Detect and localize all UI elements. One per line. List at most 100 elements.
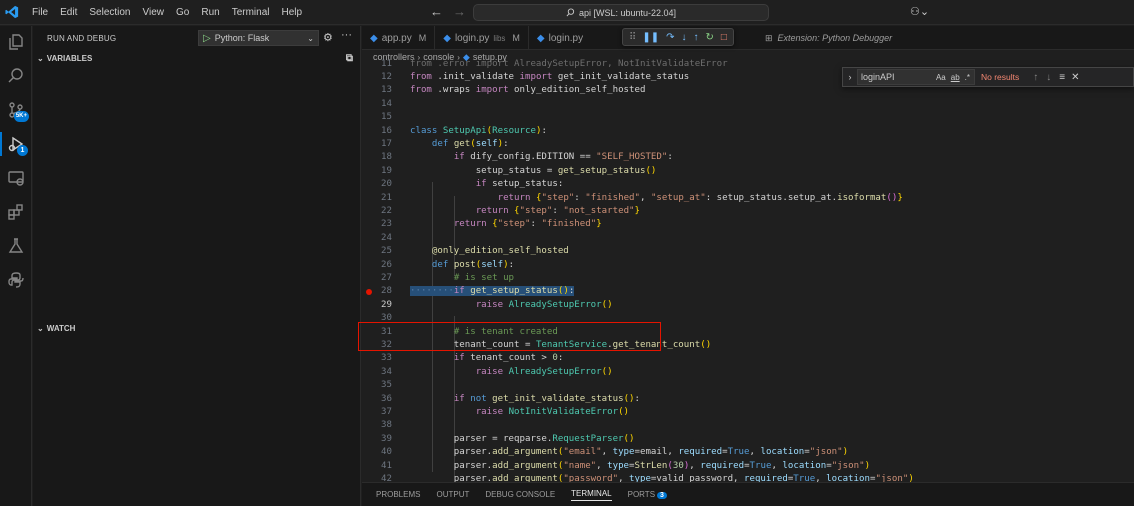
code-editor[interactable]: 11 from .error import AlreadySetupError, … [358, 59, 1134, 484]
python-icon[interactable] [0, 264, 32, 296]
step-out-icon[interactable]: ↑ [693, 32, 698, 43]
testing-flask-icon[interactable] [0, 230, 32, 262]
debug-config-label: Python: Flask [214, 33, 270, 43]
previous-match-icon[interactable]: ↑ [1033, 72, 1038, 83]
step-into-icon[interactable]: ↓ [681, 32, 686, 43]
code-line: 39 parser = reqparse.RequestParser() [362, 433, 1134, 446]
tab-ports[interactable]: PORTS 3 [628, 490, 667, 499]
tab-ports-label: PORTS [627, 490, 656, 499]
debug-config-select[interactable]: ▷ Python: Flask ⌄ [198, 30, 319, 46]
drag-handle-icon[interactable]: ⠿ [629, 32, 636, 43]
line-number: 28 [381, 286, 392, 297]
code-line: 19 setup_status = get_setup_status() [362, 165, 1134, 178]
tab-output[interactable]: OUTPUT [436, 490, 469, 499]
run-debug-sidebar: RUN AND DEBUG ▷ Python: Flask ⌄ ⚙ ··· ⌄ … [33, 26, 361, 506]
menu-run[interactable]: Run [195, 0, 225, 25]
source-control-icon[interactable]: 5K+ [0, 94, 32, 126]
menu-go[interactable]: Go [170, 0, 195, 25]
code-line: 26 def post(self): [362, 259, 1134, 272]
tab-problems[interactable]: PROBLEMS [376, 490, 420, 499]
match-case-icon[interactable]: Aa [936, 73, 946, 82]
menu-selection[interactable]: Selection [83, 0, 136, 25]
menu-help[interactable]: Help [276, 0, 309, 25]
menu-view[interactable]: View [137, 0, 171, 25]
find-query-text: loginAPI [861, 72, 895, 82]
line-number: 18 [381, 152, 392, 163]
command-center[interactable]: api [WSL: ubuntu-22.04] [473, 4, 769, 21]
find-input[interactable]: loginAPI Aa ab .* [857, 69, 975, 85]
restart-icon[interactable]: ↻ [705, 32, 713, 43]
run-debug-icon[interactable]: 1 [0, 128, 32, 160]
panel-tabs: PROBLEMS OUTPUT DEBUG CONSOLE TERMINAL P… [362, 482, 1134, 506]
tab-terminal[interactable]: TERMINAL [571, 489, 612, 501]
use-regex-icon[interactable]: .* [965, 73, 970, 82]
line-number: 39 [381, 433, 392, 444]
ports-count-badge: 3 [657, 492, 667, 499]
tab-app-py[interactable]: ◆ app.py M [362, 26, 436, 50]
line-number: 19 [381, 165, 392, 176]
stop-icon[interactable]: □ [721, 32, 727, 43]
more-actions-icon[interactable]: ··· [341, 29, 352, 41]
code-line: 20 if setup_status: [362, 178, 1134, 191]
line-number: 21 [381, 192, 392, 203]
next-match-icon[interactable]: ↓ [1046, 72, 1051, 83]
copilot-icon[interactable]: ⚇⌄ [910, 5, 929, 18]
pause-icon[interactable]: ❚❚ [642, 32, 659, 43]
forward-arrow-icon[interactable]: → [453, 4, 466, 19]
debug-badge: 1 [17, 145, 28, 156]
variables-section-header[interactable]: ⌄ VARIABLES ⧉ [33, 48, 361, 68]
back-arrow-icon[interactable]: ← [430, 4, 443, 19]
code-line: 15 [362, 111, 1134, 124]
code-line: 22 return {"step": "not_started"} [362, 205, 1134, 218]
chevron-down-icon: ⌄ [37, 53, 44, 63]
highlight-box [358, 322, 661, 351]
code-line: 23 return {"step": "finished"} [362, 218, 1134, 231]
line-number: 15 [381, 112, 392, 123]
collapse-all-icon[interactable]: ⧉ [346, 53, 353, 64]
match-whole-word-icon[interactable]: ab [951, 73, 960, 82]
editor-area: ◆ app.py M ◆ login.py libs M ◆ login.py … [358, 26, 1134, 484]
line-number: 36 [381, 393, 392, 404]
menu-terminal[interactable]: Terminal [226, 0, 276, 25]
line-number: 40 [381, 447, 392, 458]
navigation-arrows: ← → [430, 4, 466, 19]
line-number: 27 [381, 273, 392, 283]
source-control-badge: 5K+ [13, 111, 29, 122]
tab-login-py[interactable]: ◆ login.py [529, 26, 591, 50]
python-file-icon: ◆ [443, 32, 451, 44]
line-number: 17 [381, 139, 392, 149]
menu-edit[interactable]: Edit [54, 0, 83, 25]
find-in-selection-icon[interactable]: ≡ [1059, 72, 1065, 83]
line-number: 37 [381, 407, 392, 417]
close-icon[interactable]: ✕ [1071, 72, 1079, 83]
menu-bar: File Edit Selection View Go Run Terminal… [26, 0, 308, 25]
extensions-icon[interactable] [0, 196, 32, 228]
extension-tab-icon: ⊞ [765, 32, 773, 43]
tab-login-py-libs[interactable]: ◆ login.py libs M [435, 26, 529, 50]
vscode-logo-icon [0, 0, 24, 25]
remote-explorer-icon[interactable] [0, 162, 32, 194]
step-over-icon[interactable]: ↷ [666, 32, 674, 43]
code-line: 21 return {"step": "finished", "setup_at… [362, 192, 1134, 205]
tab-label: login.py [548, 32, 584, 44]
line-number: 20 [381, 179, 392, 190]
tab-modified-status: M [418, 33, 427, 43]
code-line-current: 29 raise AlreadySetupError() [362, 299, 1134, 312]
gear-icon[interactable]: ⚙ [323, 31, 333, 44]
chevron-down-icon: ⌄ [307, 33, 314, 43]
code-line: 14 [362, 98, 1134, 111]
explorer-icon[interactable] [0, 26, 32, 58]
toggle-replace-chevron-icon[interactable]: › [843, 72, 857, 82]
code-line: 40 parser.add_argument("email", type=ema… [362, 446, 1134, 459]
watch-section-header[interactable]: ⌄ WATCH [33, 318, 361, 338]
tab-debug-console[interactable]: DEBUG CONSOLE [485, 490, 555, 499]
find-result-count: No results [981, 72, 1020, 82]
search-view-icon[interactable] [0, 60, 32, 92]
tab-extension-python-debugger[interactable]: ⊞ Extension: Python Debugger [757, 26, 900, 50]
menu-file[interactable]: File [26, 0, 54, 25]
line-number: 22 [381, 206, 392, 216]
chevron-down-icon: ⌄ [37, 323, 44, 333]
code-line: 16 class SetupApi(Resource): [362, 125, 1134, 138]
start-debugging-icon[interactable]: ▷ [203, 33, 211, 44]
line-number: 41 [381, 460, 392, 471]
